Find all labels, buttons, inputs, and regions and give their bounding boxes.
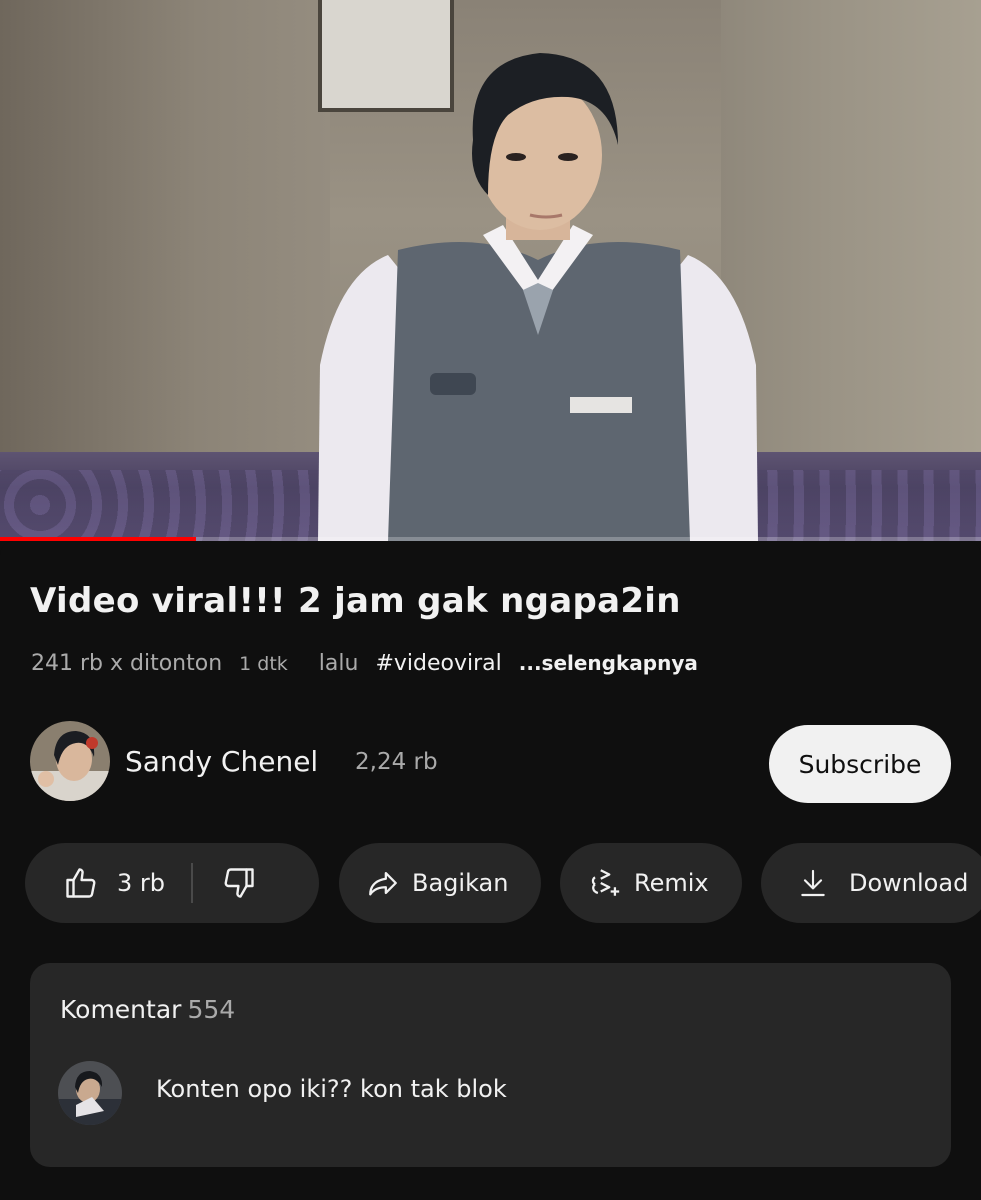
- like-divider: [191, 863, 193, 903]
- remix-label: Remix: [634, 869, 709, 897]
- share-arrow-icon: [369, 871, 397, 896]
- download-label: Download: [849, 869, 969, 897]
- subscriber-count: 2,24 rb: [355, 749, 438, 775]
- comments-count: 554: [187, 995, 236, 1024]
- download-icon: [801, 869, 825, 897]
- channel-avatar[interactable]: [30, 721, 110, 801]
- commenter-avatar[interactable]: [58, 1061, 122, 1125]
- share-button[interactable]: Bagikan: [339, 843, 541, 923]
- video-person: [318, 53, 758, 541]
- like-count[interactable]: 3 rb: [117, 869, 165, 897]
- comments-header: Komentar 554: [60, 995, 235, 1024]
- video-info-panel: Video viral!!! 2 jam gak ngapa2in 241 rb…: [0, 541, 981, 1200]
- thumbs-up-icon[interactable]: [63, 865, 99, 901]
- video-player[interactable]: [0, 0, 981, 541]
- like-dislike-group: 3 rb: [25, 843, 319, 923]
- video-title: Video viral!!! 2 jam gak ngapa2in: [30, 581, 681, 621]
- video-background: [0, 0, 330, 460]
- upload-time: 1 dtk: [239, 653, 288, 675]
- view-count: 241 rb x ditonton: [31, 651, 223, 676]
- subscribe-button[interactable]: Subscribe: [769, 725, 951, 803]
- hashtag-link[interactable]: #videoviral: [375, 651, 501, 676]
- remix-icon: [591, 869, 620, 896]
- channel-name[interactable]: Sandy Chenel: [125, 745, 318, 778]
- action-bar: 3 rb Bagikan Remix Download: [25, 843, 981, 923]
- video-metadata[interactable]: 241 rb x ditonton 1 dtk lalu #videoviral…: [31, 651, 708, 676]
- share-label: Bagikan: [412, 869, 509, 897]
- remix-button[interactable]: Remix: [560, 843, 742, 923]
- show-more-link[interactable]: ...selengkapnya: [519, 651, 698, 675]
- comments-title: Komentar: [60, 995, 182, 1024]
- comments-section[interactable]: Komentar 554 Konten opo iki?? kon tak blo…: [30, 963, 951, 1167]
- channel-row: Sandy Chenel 2,24 rb Subscribe: [30, 721, 951, 803]
- top-comment-text: Konten opo iki?? kon tak blok: [156, 1075, 507, 1103]
- upload-time-suffix: lalu: [318, 651, 359, 676]
- download-button[interactable]: Download: [761, 843, 981, 923]
- thumbs-down-icon[interactable]: [221, 865, 257, 901]
- video-background-right: [721, 0, 981, 460]
